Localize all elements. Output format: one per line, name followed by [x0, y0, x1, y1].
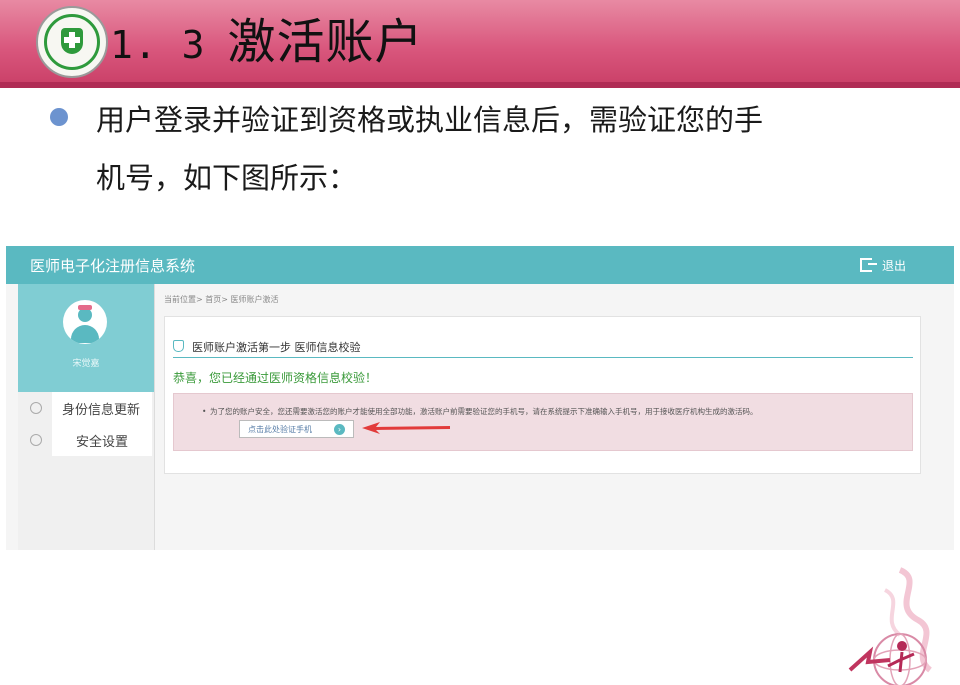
sidebar-item-label: 安全设置 [76, 431, 129, 450]
bullet-icon [50, 108, 68, 126]
decorative-figure-icon [848, 567, 933, 685]
shield-icon [173, 340, 184, 352]
verify-phone-label: 点击此处验证手机 [248, 425, 312, 434]
slide-title: 1. 3 激活账户 [110, 10, 424, 77]
app-title: 医师电子化注册信息系统 [30, 257, 196, 275]
sidebar-item-label: 身份信息更新 [62, 399, 141, 418]
chevron-right-icon: › [334, 424, 345, 435]
verify-phone-button[interactable]: 点击此处验证手机 › [239, 420, 354, 438]
notice-text: • 为了您的账户安全，您还需要激活您的账户才能使用全部功能，激活账户前需要验证您的… [202, 407, 758, 416]
bullet-text-line-2: 机号，如下图所示： [96, 161, 358, 195]
success-message: 恭喜，您已经通过医师资格信息校验！ [173, 371, 378, 385]
sidebar: 宋觉嘉 身份信息更新 安全设置 [18, 284, 155, 550]
step-title-text: 医师账户激活第一步 医师信息校验 [192, 341, 361, 354]
breadcrumb: 当前位置> 首页> 医师账户激活 [164, 295, 279, 304]
user-icon [30, 434, 42, 446]
sidebar-item-identity-update[interactable]: 身份信息更新 [18, 392, 154, 424]
step-title: 医师账户激活第一步 医师信息校验 [173, 339, 361, 355]
annotation-arrow-icon [362, 422, 450, 434]
medical-logo-icon [36, 6, 108, 78]
section-number: 1. 3 [110, 23, 206, 67]
notice-box: • 为了您的账户安全，您还需要激活您的账户才能使用全部功能，激活账户前需要验证您的… [173, 393, 913, 451]
logout-button[interactable]: 退出 [859, 257, 906, 274]
doctor-avatar-icon [63, 300, 107, 344]
section-title: 激活账户 [227, 14, 424, 70]
divider [173, 357, 913, 358]
logout-label: 退出 [881, 259, 906, 273]
app-screenshot: 医师电子化注册信息系统 退出 宋觉嘉 身份信息更新 安全设置 当前位置> 首页>… [6, 246, 954, 550]
id-card-icon [30, 402, 42, 414]
notice-body: 为了您的账户安全，您还需要激活您的账户才能使用全部功能，激活账户前需要验证您的手… [210, 407, 758, 416]
sidebar-item-security-settings[interactable]: 安全设置 [18, 424, 154, 456]
profile-panel: 宋觉嘉 [18, 284, 154, 392]
slide-header: 1. 3 激活账户 [0, 0, 960, 88]
user-name: 宋觉嘉 [72, 359, 100, 369]
app-header: 医师电子化注册信息系统 退出 [6, 246, 954, 284]
logout-icon [859, 258, 877, 272]
bullet-text-line-1: 用户登录并验证到资格或执业信息后，需验证您的手 [96, 103, 764, 137]
activation-panel: 医师账户激活第一步 医师信息校验 恭喜，您已经通过医师资格信息校验！ • 为了您的… [164, 316, 921, 474]
